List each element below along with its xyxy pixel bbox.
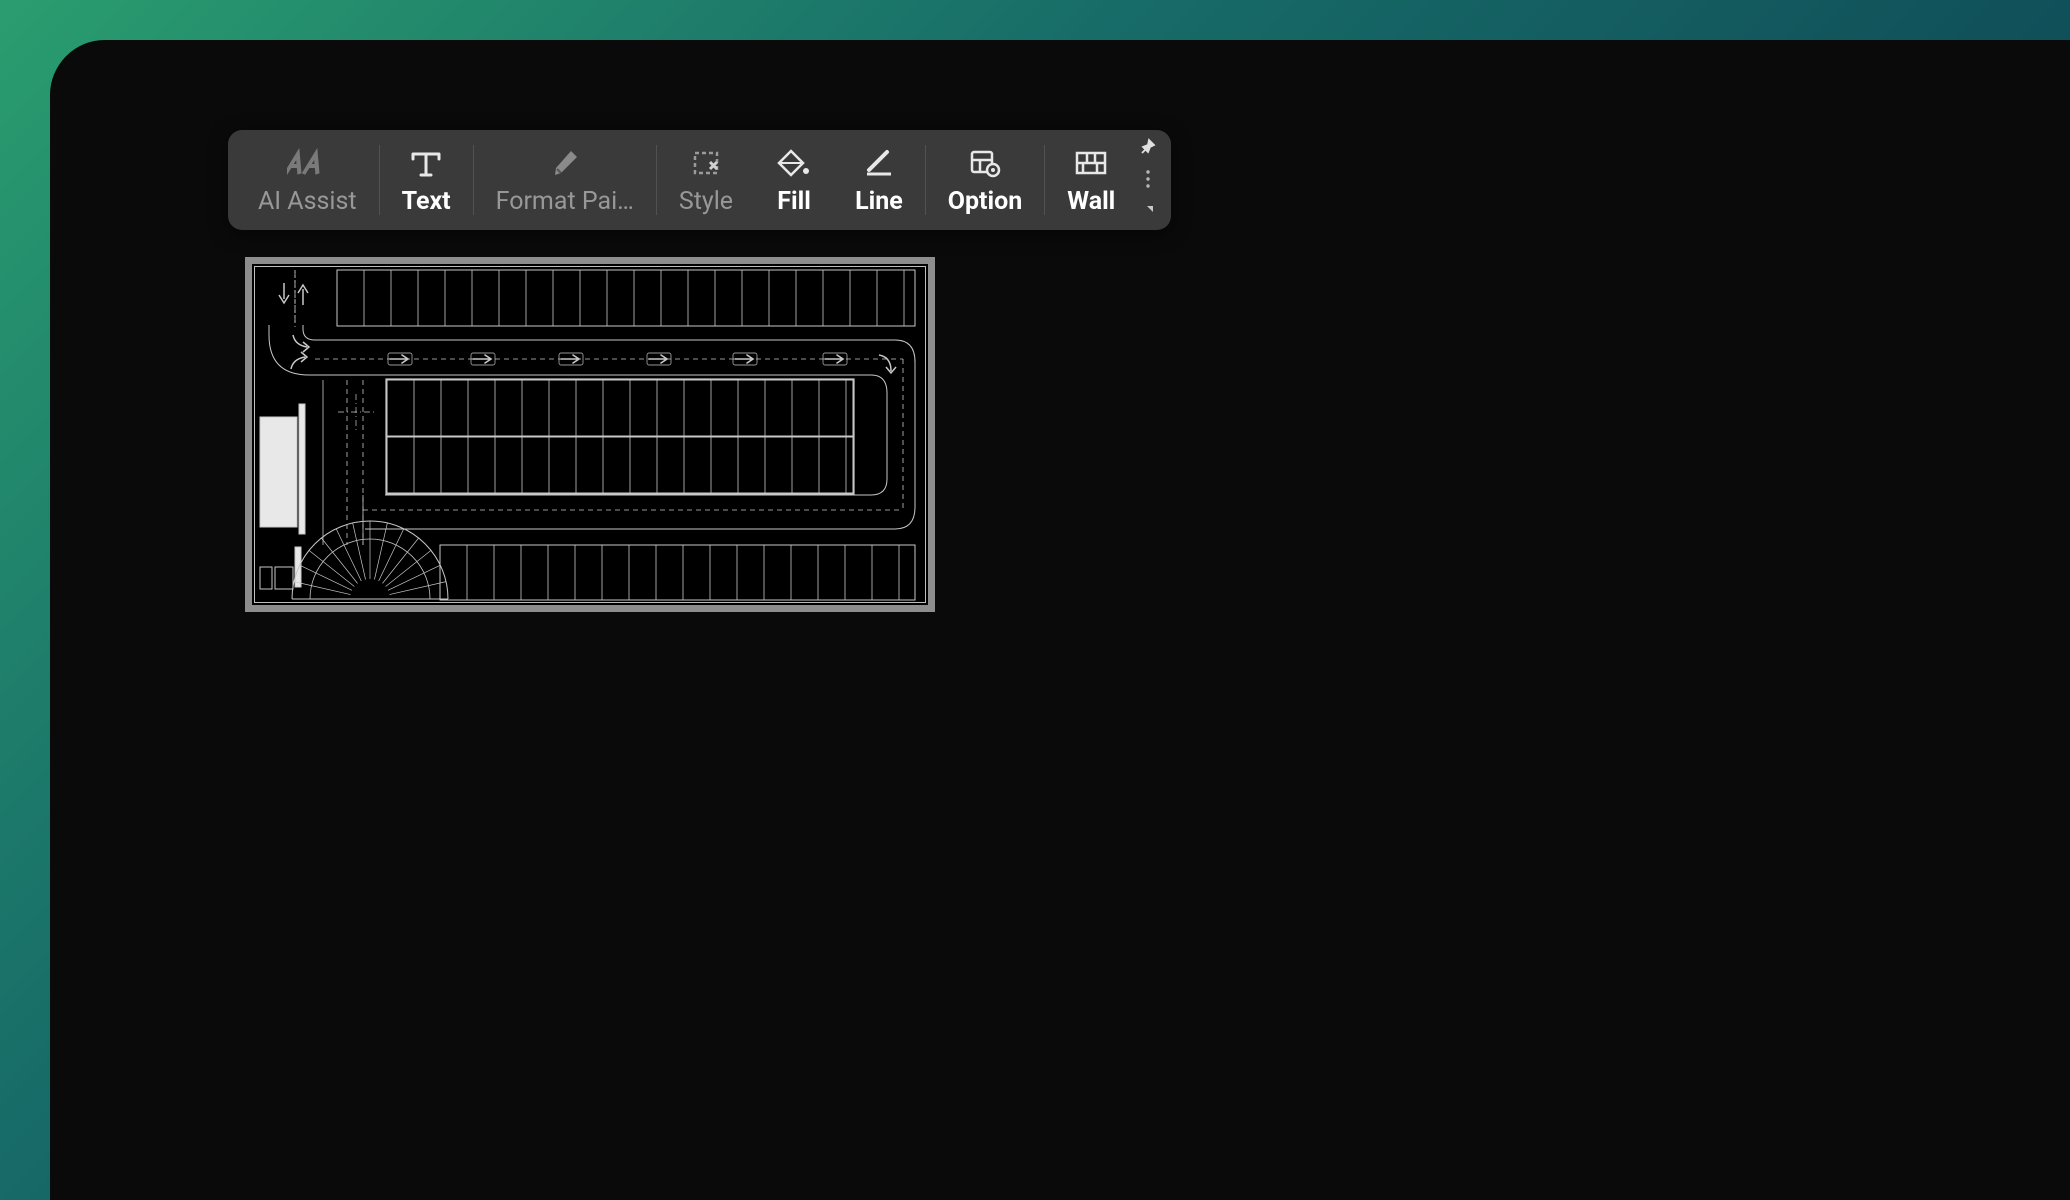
toolbar-extra (1137, 130, 1163, 230)
format-painter-label: Format Pai… (496, 187, 634, 216)
more-icon[interactable] (1142, 168, 1154, 194)
pin-icon[interactable] (1139, 138, 1157, 160)
expand-icon[interactable] (1141, 203, 1155, 222)
line-button[interactable]: Line (833, 130, 925, 230)
format-painter-button[interactable]: Format Pai… (474, 130, 656, 230)
line-icon (863, 145, 895, 181)
option-icon (968, 145, 1002, 181)
text-icon (409, 145, 443, 181)
style-button[interactable]: Style (657, 130, 755, 230)
text-button[interactable]: Text (380, 130, 473, 230)
wall-button[interactable]: Wall (1045, 130, 1137, 230)
drawing-canvas[interactable] (245, 257, 935, 612)
ai-assist-label: AI Assist (258, 187, 357, 216)
wall-label: Wall (1067, 187, 1115, 216)
ai-assist-button[interactable]: AI Assist (236, 130, 379, 230)
fill-icon (777, 145, 811, 181)
wall-icon (1074, 145, 1108, 181)
paint-brush-icon (547, 145, 583, 181)
fill-label: Fill (777, 187, 811, 216)
app-window: AI Assist Text Format Pai… (50, 40, 2070, 1200)
style-label: Style (679, 187, 733, 216)
line-label: Line (855, 187, 903, 216)
option-label: Option (948, 187, 1023, 216)
text-label: Text (402, 187, 451, 216)
option-button[interactable]: Option (926, 130, 1045, 230)
style-icon (690, 145, 722, 181)
fill-button[interactable]: Fill (755, 130, 833, 230)
floor-plan (255, 267, 925, 602)
ai-assist-icon (287, 145, 327, 181)
context-toolbar: AI Assist Text Format Pai… (228, 130, 1171, 230)
